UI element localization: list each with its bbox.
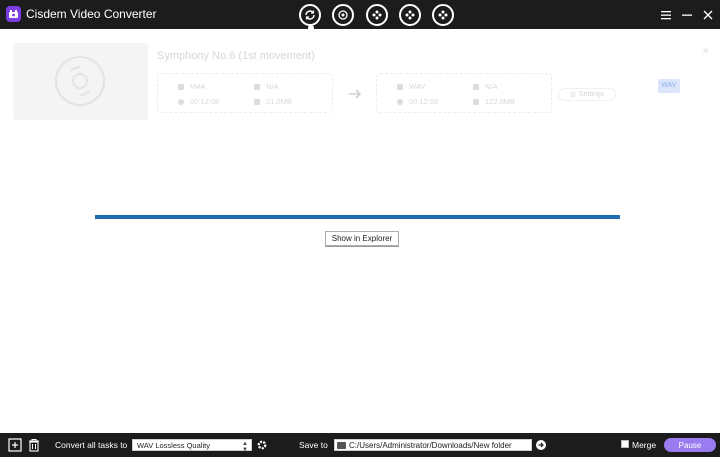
app-logo-icon: [6, 6, 21, 22]
show-in-explorer-button[interactable]: Show in Explorer: [325, 231, 399, 246]
format-icon: [178, 83, 184, 90]
source-info-box: M4A N/A 00:12:08 21.0MB: [157, 73, 333, 113]
menu-icon[interactable]: [660, 8, 672, 20]
minimize-icon[interactable]: [681, 8, 693, 20]
arrow-right-icon: [349, 89, 362, 99]
merge-checkbox[interactable]: [621, 440, 629, 448]
gear-icon[interactable]: [256, 439, 268, 451]
save-path-field[interactable]: C:/Users/Administrator/Downloads/New fol…: [334, 439, 532, 451]
audio-mode-button[interactable]: [399, 4, 421, 26]
close-icon[interactable]: [702, 8, 714, 20]
app-title: Cisdem Video Converter: [26, 7, 157, 21]
output-duration: 00:12:08: [397, 97, 438, 106]
convert-icon: [305, 10, 315, 20]
bottom-bar: Convert all tasks to WAV Lossless Qualit…: [0, 433, 720, 457]
trash-icon[interactable]: [27, 438, 41, 452]
file-title: Symphony No.6 (1st movement): [157, 50, 315, 62]
output-format-badge[interactable]: WAV: [658, 75, 684, 97]
file-size-icon: [254, 98, 260, 105]
source-size: 21.0MB: [254, 97, 292, 106]
thumbnail: [13, 43, 148, 120]
progress-fill: [95, 215, 620, 219]
film-reel-icon: [372, 10, 382, 20]
resolution-icon: [254, 83, 260, 90]
clock-icon: [178, 98, 184, 105]
film-reel-icon: [405, 10, 415, 20]
film-reel-icon: [438, 10, 448, 20]
source-format: M4A: [178, 82, 205, 91]
file-size-icon: [473, 98, 479, 105]
output-size: 122.0MB: [473, 97, 515, 106]
output-format-select[interactable]: WAV Lossless Quality ▲ ▼: [132, 439, 252, 453]
title-bar: Cisdem Video Converter: [0, 0, 720, 29]
task-card: Symphony No.6 (1st movement) M4A N/A 00:…: [12, 42, 712, 120]
video-mode-button[interactable]: [366, 4, 388, 26]
add-files-icon[interactable]: [8, 438, 22, 452]
chevron-down-icon: ▲ ▼: [242, 441, 248, 453]
open-folder-arrow-icon[interactable]: [536, 440, 546, 450]
convert-mode-button[interactable]: [299, 4, 321, 26]
clock-icon: [397, 98, 403, 105]
editor-mode-button[interactable]: [432, 4, 454, 26]
rip-mode-button[interactable]: [332, 4, 354, 26]
output-format: WAV: [397, 82, 425, 91]
active-mode-indicator: [308, 25, 314, 29]
gear-icon: ⚙: [569, 91, 576, 99]
folder-icon: [337, 442, 346, 449]
pause-button[interactable]: Pause: [664, 438, 716, 452]
rip-icon: [338, 10, 348, 20]
convert-all-label: Convert all tasks to: [55, 440, 128, 450]
conversion-progress-bar: [95, 215, 620, 219]
save-to-label: Save to: [299, 440, 328, 450]
source-duration: 00:12:08: [178, 97, 219, 106]
resolution-icon: [473, 83, 479, 90]
format-icon: [397, 83, 403, 90]
settings-button[interactable]: ⚙ Settings: [558, 88, 616, 101]
output-resolution: N/A: [473, 82, 498, 91]
source-resolution: N/A: [254, 82, 279, 91]
merge-label: Merge: [632, 440, 657, 450]
disc-icon: [55, 56, 105, 106]
remove-task-icon[interactable]: ✕: [702, 46, 710, 57]
output-info-box: WAV N/A 00:12:08 122.0MB: [376, 73, 552, 113]
